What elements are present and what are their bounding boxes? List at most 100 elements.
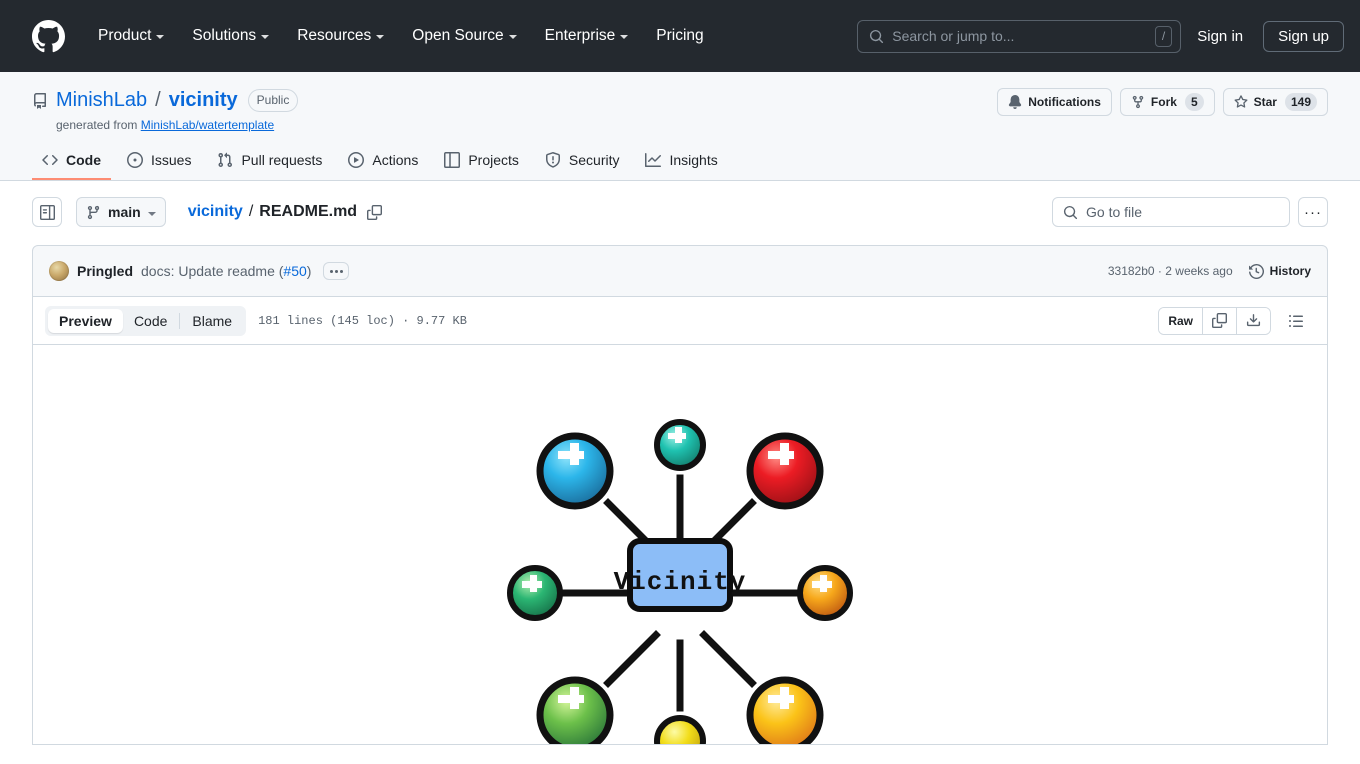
- breadcrumb: vicinity / README.md: [188, 203, 383, 221]
- commit-hash[interactable]: 33182b0: [1108, 264, 1155, 278]
- fork-icon: [1131, 95, 1145, 109]
- chevron-down-icon: [156, 35, 165, 39]
- fork-label: Fork: [1150, 95, 1177, 109]
- copy-icon: [1212, 313, 1227, 328]
- nav-item-label: Enterprise: [544, 27, 616, 45]
- history-icon: [1248, 263, 1264, 279]
- nav-item-enterprise[interactable]: Enterprise: [531, 20, 643, 52]
- history-label: History: [1269, 264, 1311, 278]
- nav-item-open-source[interactable]: Open Source: [398, 20, 530, 52]
- repo-owner-link[interactable]: MinishLab: [56, 88, 147, 112]
- repository-title: MinishLab / vicinity Public: [32, 88, 299, 112]
- avatar[interactable]: [49, 261, 69, 281]
- download-icon: [1246, 313, 1261, 328]
- view-preview-button[interactable]: Preview: [48, 308, 123, 333]
- history-button[interactable]: History: [1248, 263, 1311, 279]
- tab-actions[interactable]: Actions: [338, 144, 428, 180]
- tab-pull-requests[interactable]: Pull requests: [207, 144, 332, 180]
- issue-opened-icon: [127, 152, 143, 168]
- view-blame-button[interactable]: Blame: [181, 309, 243, 333]
- tab-insights[interactable]: Insights: [635, 144, 727, 180]
- ellipsis-icon: [329, 269, 333, 273]
- commit-pr-link[interactable]: #50: [283, 263, 306, 279]
- graph-icon: [645, 152, 662, 168]
- commit-expand-button[interactable]: [323, 262, 350, 280]
- repo-name-link[interactable]: vicinity: [169, 88, 238, 112]
- commit-meta: 33182b0 · 2 weeks ago: [1108, 264, 1233, 278]
- tab-label: Issues: [151, 152, 192, 168]
- sign-up-button[interactable]: Sign up: [1263, 20, 1344, 52]
- repository-title-row: MinishLab / vicinity Public generated fr…: [32, 88, 1328, 132]
- file-meta-info: 181 lines (145 loc) · 9.77 KB: [258, 313, 467, 328]
- star-icon: [1234, 95, 1248, 109]
- notifications-button[interactable]: Notifications: [997, 88, 1112, 116]
- nav-item-product[interactable]: Product: [84, 20, 178, 52]
- nav-item-pricing[interactable]: Pricing: [642, 20, 717, 52]
- logo-node-top-center: [654, 419, 706, 471]
- global-header: Product Solutions Resources Open Source …: [0, 0, 1360, 72]
- tab-label: Pull requests: [241, 152, 323, 168]
- tab-projects[interactable]: Projects: [434, 144, 529, 180]
- main-content: main vicinity / README.md Go to file ···…: [0, 181, 1360, 745]
- chevron-down-icon: [508, 35, 517, 39]
- raw-button[interactable]: Raw: [1159, 307, 1203, 334]
- header-right-group: Search or jump to... / Sign in Sign up: [857, 19, 1344, 53]
- tab-issues[interactable]: Issues: [117, 144, 201, 180]
- tab-code[interactable]: Code: [32, 144, 111, 180]
- fork-count: 5: [1184, 93, 1204, 111]
- tab-label: Actions: [372, 152, 419, 168]
- search-shortcut-badge: /: [1154, 25, 1173, 47]
- fork-button[interactable]: Fork 5: [1119, 88, 1215, 116]
- more-options-button[interactable]: ···: [1298, 197, 1328, 227]
- commit-author[interactable]: Pringled: [77, 263, 133, 279]
- branch-selector[interactable]: main: [76, 197, 166, 227]
- toggle-outline-button[interactable]: [1281, 307, 1311, 335]
- bell-icon: [1008, 95, 1022, 109]
- nav-item-label: Resources: [297, 27, 372, 45]
- file-view-switcher: Preview Code Blame: [45, 305, 247, 336]
- commit-meta-separator: ·: [1157, 264, 1162, 278]
- shield-icon: [545, 152, 561, 168]
- copy-raw-content-button[interactable]: [1203, 307, 1237, 334]
- tab-label: Security: [568, 152, 620, 168]
- nav-item-solutions[interactable]: Solutions: [178, 20, 283, 52]
- nav-item-resources[interactable]: Resources: [283, 20, 398, 52]
- file-nav-right-group: Go to file ···: [1052, 197, 1328, 227]
- nav-item-label: Solutions: [192, 27, 257, 45]
- repository-actions: Notifications Fork 5 Star 149: [997, 88, 1328, 116]
- search-input[interactable]: Search or jump to... /: [857, 19, 1182, 53]
- repo-icon: [32, 91, 48, 109]
- download-raw-file-button[interactable]: [1237, 307, 1270, 334]
- star-button[interactable]: Star 149: [1222, 88, 1328, 116]
- git-pull-request-icon: [217, 152, 233, 168]
- nav-item-label: Pricing: [656, 27, 704, 45]
- logo-node-top-left: [536, 432, 614, 510]
- branch-name: main: [108, 204, 141, 220]
- logo-node-bottom-center: [654, 715, 706, 744]
- breadcrumb-file-name: README.md: [259, 203, 358, 220]
- chevron-down-icon: [376, 35, 385, 39]
- repo-visibility-badge: Public: [247, 88, 299, 112]
- tab-label: Code: [66, 152, 101, 168]
- notifications-label: Notifications: [1028, 95, 1101, 109]
- repository-tabs: Code Issues Pull requests Actions Projec…: [32, 144, 1328, 180]
- tab-label: Insights: [669, 152, 718, 168]
- breadcrumb-repo-link[interactable]: vicinity: [188, 203, 243, 221]
- star-count: 149: [1284, 93, 1317, 111]
- table-icon: [444, 152, 461, 168]
- logo-node-bottom-left: [536, 676, 614, 744]
- tab-security[interactable]: Security: [535, 144, 630, 180]
- go-to-file-placeholder: Go to file: [1086, 204, 1143, 220]
- generated-from-prefix: generated from: [56, 118, 138, 132]
- sign-in-button[interactable]: Sign in: [1181, 20, 1259, 53]
- logo-center-box: Vicinity: [614, 538, 745, 612]
- generated-from-link[interactable]: MinishLab/watertemplate: [141, 118, 274, 132]
- view-code-button[interactable]: Code: [123, 309, 178, 333]
- file-toolbar-actions: Raw: [1158, 306, 1311, 335]
- sidebar-expand-icon[interactable]: [32, 197, 62, 227]
- github-octocat-icon[interactable]: [32, 19, 65, 53]
- logo-node-left: [507, 565, 563, 621]
- commit-message[interactable]: docs: Update readme (#50): [141, 263, 311, 279]
- go-to-file-input[interactable]: Go to file: [1052, 197, 1290, 227]
- copy-path-icon[interactable]: [367, 204, 383, 220]
